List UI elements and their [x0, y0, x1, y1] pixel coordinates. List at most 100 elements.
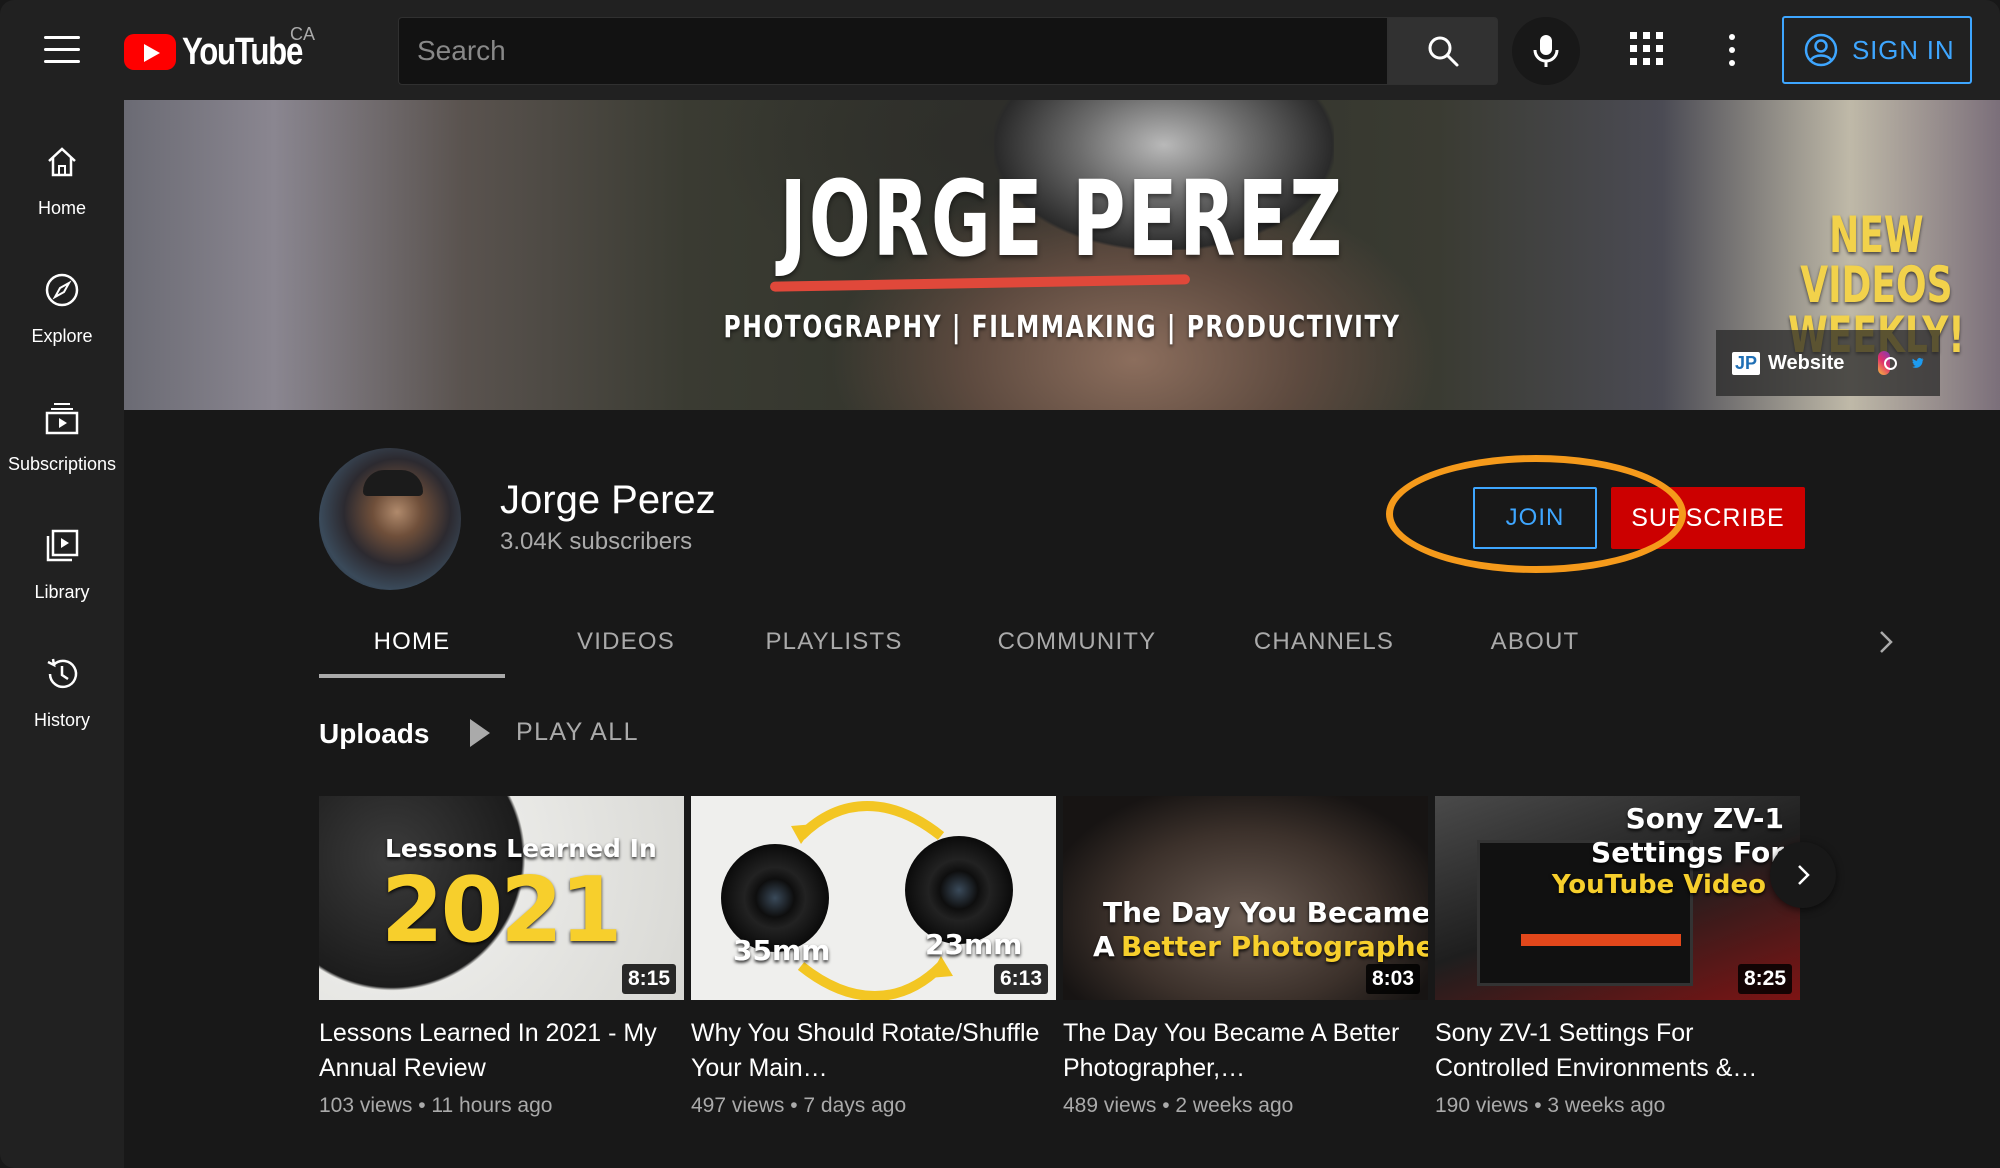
search-button[interactable]	[1388, 17, 1498, 85]
sidebar-item-label: Explore	[31, 326, 93, 346]
join-button[interactable]: JOIN	[1473, 487, 1597, 549]
banner-links: JP Website	[1716, 330, 1940, 396]
video-duration: 8:15	[621, 964, 676, 994]
view-count: 103 views	[319, 1094, 413, 1117]
uploads-shelf: Uploads PLAY ALL Lessons Learned In 2021…	[124, 678, 2000, 1168]
search-box	[398, 17, 1388, 85]
play-icon	[470, 718, 490, 747]
tab-playlists[interactable]: PLAYLISTS	[745, 606, 923, 678]
more-options-icon[interactable]	[1720, 32, 1744, 68]
upload-age: 3 weeks ago	[1547, 1094, 1666, 1117]
sidebar-item-label: Subscriptions	[7, 454, 117, 474]
sidebar-item-home[interactable]: Home	[0, 110, 124, 220]
thumbnail-text: Sony ZV-1	[1625, 802, 1784, 835]
video-duration: 8:03	[1365, 964, 1420, 994]
video-card[interactable]: Sony ZV-1 Settings For YouTube Video 8:2…	[1435, 796, 1800, 1118]
video-thumbnail[interactable]: The Day You Became A Better Photographer…	[1063, 796, 1428, 1000]
tab-videos[interactable]: VIDEOS	[555, 606, 697, 678]
video-duration: 8:25	[1737, 964, 1792, 994]
sidebar: Home Explore Subscriptions Library Histo…	[0, 100, 124, 1168]
video-meta: 190 views • 3 weeks ago	[1435, 1094, 1666, 1117]
view-count: 497 views	[691, 1094, 785, 1117]
subscriber-count: 3.04K subscribers	[500, 528, 693, 555]
thumbnail-text: The Day You Became	[1103, 896, 1428, 929]
video-card[interactable]: The Day You Became A Better Photographer…	[1063, 796, 1428, 1118]
avatar[interactable]	[319, 448, 461, 590]
sign-in-label: SIGN IN	[1852, 34, 1955, 65]
upload-age: 7 days ago	[803, 1094, 907, 1117]
thumbnail-text: Better Photographer	[1121, 930, 1428, 963]
library-icon	[46, 529, 79, 562]
sidebar-item-label: Home	[37, 198, 86, 218]
instagram-icon[interactable]	[1878, 351, 1898, 375]
video-thumbnail[interactable]: Sony ZV-1 Settings For YouTube Video 8:2…	[1435, 796, 1800, 1000]
menu-highlight-graphic	[1521, 934, 1681, 946]
subscribe-button[interactable]: SUBSCRIBE	[1611, 487, 1805, 549]
chevron-right-icon[interactable]	[1869, 626, 1901, 658]
view-count: 489 views	[1063, 1094, 1157, 1117]
thumbnail-text: 35mm	[733, 934, 831, 967]
play-all-button[interactable]: PLAY ALL	[470, 718, 639, 747]
video-title[interactable]: Why You Should Rotate/Shuffle Your Main…	[691, 1016, 1056, 1086]
website-logo-icon[interactable]: JP	[1732, 351, 1761, 375]
search-input[interactable]	[399, 18, 1387, 84]
compass-icon	[45, 273, 79, 307]
sidebar-item-label: Library	[34, 582, 90, 602]
carousel-next-button[interactable]	[1770, 842, 1836, 908]
website-link[interactable]: Website	[1768, 352, 1844, 375]
video-card[interactable]: Lessons Learned In 2021 8:15 Lessons Lea…	[319, 796, 684, 1118]
banner-tagline: PHOTOGRAPHY | FILMMAKING | PRODUCTIVITY	[723, 310, 1401, 345]
youtube-play-icon	[124, 34, 176, 70]
thumbnail-text: 2021	[381, 858, 622, 963]
banner-title: JORGE PEREZ	[779, 158, 1345, 280]
video-thumbnail[interactable]: 35mm 23mm 6:13	[691, 796, 1056, 1000]
apps-grid-icon[interactable]	[1630, 32, 1666, 68]
menu-icon[interactable]	[44, 36, 80, 64]
twitter-icon[interactable]	[1912, 352, 1924, 374]
channel-banner: JORGE PEREZ PHOTOGRAPHY | FILMMAKING | P…	[124, 100, 2000, 410]
tab-channels[interactable]: CHANNELS	[1229, 606, 1419, 678]
sidebar-item-subscriptions[interactable]: Subscriptions	[0, 366, 124, 476]
video-meta: 489 views • 2 weeks ago	[1063, 1094, 1294, 1117]
subscriptions-icon	[45, 403, 79, 435]
thumbnail-text: Settings For	[1591, 836, 1784, 869]
sidebar-item-library[interactable]: Library	[0, 494, 124, 604]
video-meta: 497 views • 7 days ago	[691, 1094, 907, 1117]
youtube-channel-page: YouTube CA Search SIGN IN Home Explore S…	[0, 0, 2000, 1168]
channel-header: Jorge Perez 3.04K subscribers JOIN SUBSC…	[124, 410, 2000, 678]
thumbnail-text: A	[1093, 930, 1115, 963]
thumbnail-text: 23mm	[925, 928, 1023, 961]
top-bar: YouTube CA Search SIGN IN	[0, 0, 2000, 100]
search-icon	[1428, 36, 1459, 67]
sidebar-item-label: History	[33, 710, 90, 730]
channel-name: Jorge Perez	[500, 478, 716, 522]
video-title[interactable]: Lessons Learned In 2021 - My Annual Revi…	[319, 1016, 684, 1086]
account-icon	[1804, 33, 1838, 67]
video-duration: 6:13	[993, 964, 1048, 994]
video-meta: 103 views • 11 hours ago	[319, 1094, 553, 1117]
history-icon	[47, 658, 78, 689]
microphone-icon	[1533, 35, 1559, 67]
tab-community[interactable]: COMMUNITY	[971, 606, 1183, 678]
video-title[interactable]: Sony ZV-1 Settings For Controlled Enviro…	[1435, 1016, 1800, 1086]
logo-text: YouTube	[182, 30, 303, 73]
banner-promo-line: NEW VIDEOS	[1800, 206, 1953, 314]
video-title[interactable]: The Day You Became A Better Photographer…	[1063, 1016, 1428, 1086]
tab-home[interactable]: HOME	[319, 606, 505, 678]
sign-in-button[interactable]: SIGN IN	[1782, 16, 1972, 84]
sidebar-item-explore[interactable]: Explore	[0, 238, 124, 348]
channel-tabs: HOME VIDEOS PLAYLISTS COMMUNITY CHANNELS…	[319, 606, 1919, 678]
tab-about[interactable]: ABOUT	[1465, 606, 1605, 678]
shelf-title[interactable]: Uploads	[319, 718, 429, 750]
view-count: 190 views	[1435, 1094, 1529, 1117]
sidebar-item-history[interactable]: History	[0, 622, 124, 732]
voice-search-button[interactable]	[1512, 17, 1580, 85]
thumbnail-text: YouTube Video	[1551, 870, 1766, 900]
play-all-label: PLAY ALL	[516, 718, 639, 746]
video-thumbnail[interactable]: Lessons Learned In 2021 8:15	[319, 796, 684, 1000]
upload-age: 2 weeks ago	[1175, 1094, 1294, 1117]
youtube-logo[interactable]: YouTube CA	[124, 24, 328, 74]
video-card[interactable]: 35mm 23mm 6:13 Why You Should Rotate/Shu…	[691, 796, 1056, 1118]
upload-age: 11 hours ago	[431, 1094, 553, 1117]
home-icon	[48, 147, 76, 177]
